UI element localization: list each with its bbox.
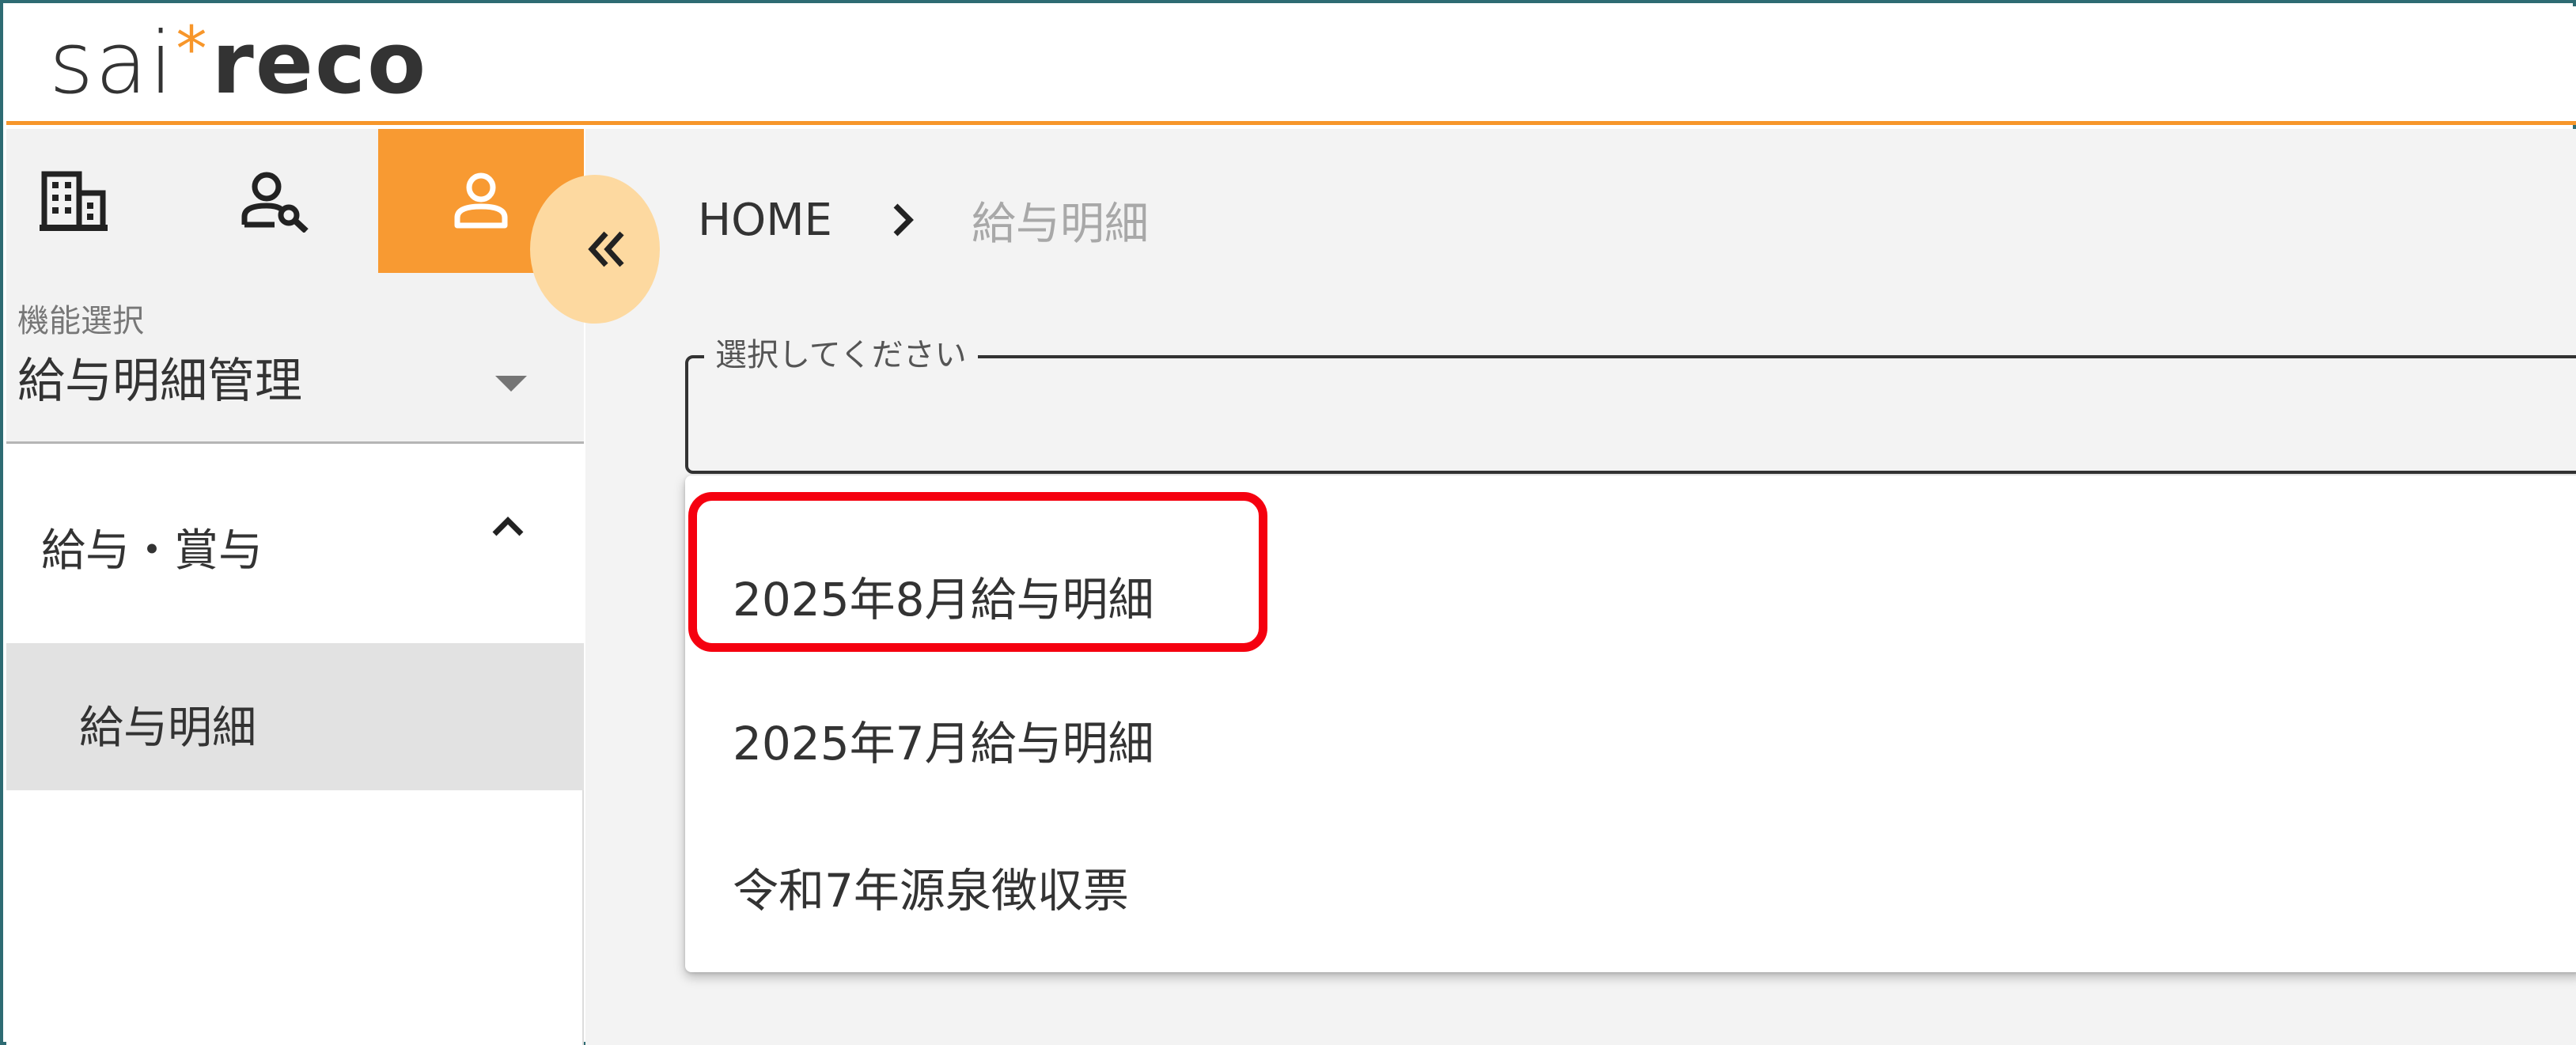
chevron-right-icon: [891, 201, 915, 239]
dropdown-option[interactable]: 令和7年源泉徴収票: [685, 816, 2576, 958]
function-select-value: 給与明細管理: [17, 354, 302, 409]
user-settings-icon: [241, 172, 309, 233]
user-icon: [454, 172, 508, 229]
logo-star: *: [176, 14, 209, 85]
chevron-up-icon: [492, 517, 524, 536]
breadcrumb-home[interactable]: HOME: [698, 195, 832, 246]
menu-group-salary-bonus[interactable]: 給与・賞与: [6, 444, 584, 643]
sidebar-tabs: [6, 129, 584, 273]
dropdown-option[interactable]: 2025年7月給与明細: [685, 668, 2576, 811]
menu-group-label: 給与・賞与: [41, 525, 263, 577]
tab-admin[interactable]: [172, 129, 378, 273]
double-chevron-left-icon: [588, 231, 624, 267]
sidebar: 機能選択 給与明細管理 給与・賞与 給与明細: [6, 129, 584, 1045]
tab-company[interactable]: [6, 129, 141, 273]
function-select[interactable]: 機能選択 給与明細管理: [6, 273, 584, 444]
caret-down-icon: [495, 376, 527, 392]
app-header: sai*reco: [6, 6, 2576, 125]
logo-text-reco: reco: [211, 14, 428, 113]
logo-text-sai: sai: [49, 14, 175, 113]
breadcrumb-current: 給与明細: [971, 198, 1149, 250]
annotation-highlight-box: [688, 492, 1267, 652]
sidebar-item-payslip[interactable]: 給与明細: [6, 643, 584, 790]
dropdown-option-label: 令和7年源泉徴収票: [733, 864, 1129, 918]
breadcrumb: HOME 給与明細: [698, 184, 1149, 256]
function-select-label: 機能選択: [17, 303, 144, 339]
building-icon: [40, 171, 108, 231]
document-select-label: 選択してください: [704, 335, 978, 376]
dropdown-option-label: 2025年7月給与明細: [733, 717, 1154, 770]
screenshot-frame: sai*reco 機能選択 給与明細管理 給与・賞与 給与明細 HOME 給与明…: [0, 0, 2576, 1045]
collapse-sidebar-button[interactable]: [530, 175, 660, 324]
document-select-field[interactable]: 選択してください: [685, 335, 2576, 474]
sidebar-item-label: 給与明細: [79, 702, 256, 754]
saireco-logo[interactable]: sai*reco: [49, 13, 427, 115]
